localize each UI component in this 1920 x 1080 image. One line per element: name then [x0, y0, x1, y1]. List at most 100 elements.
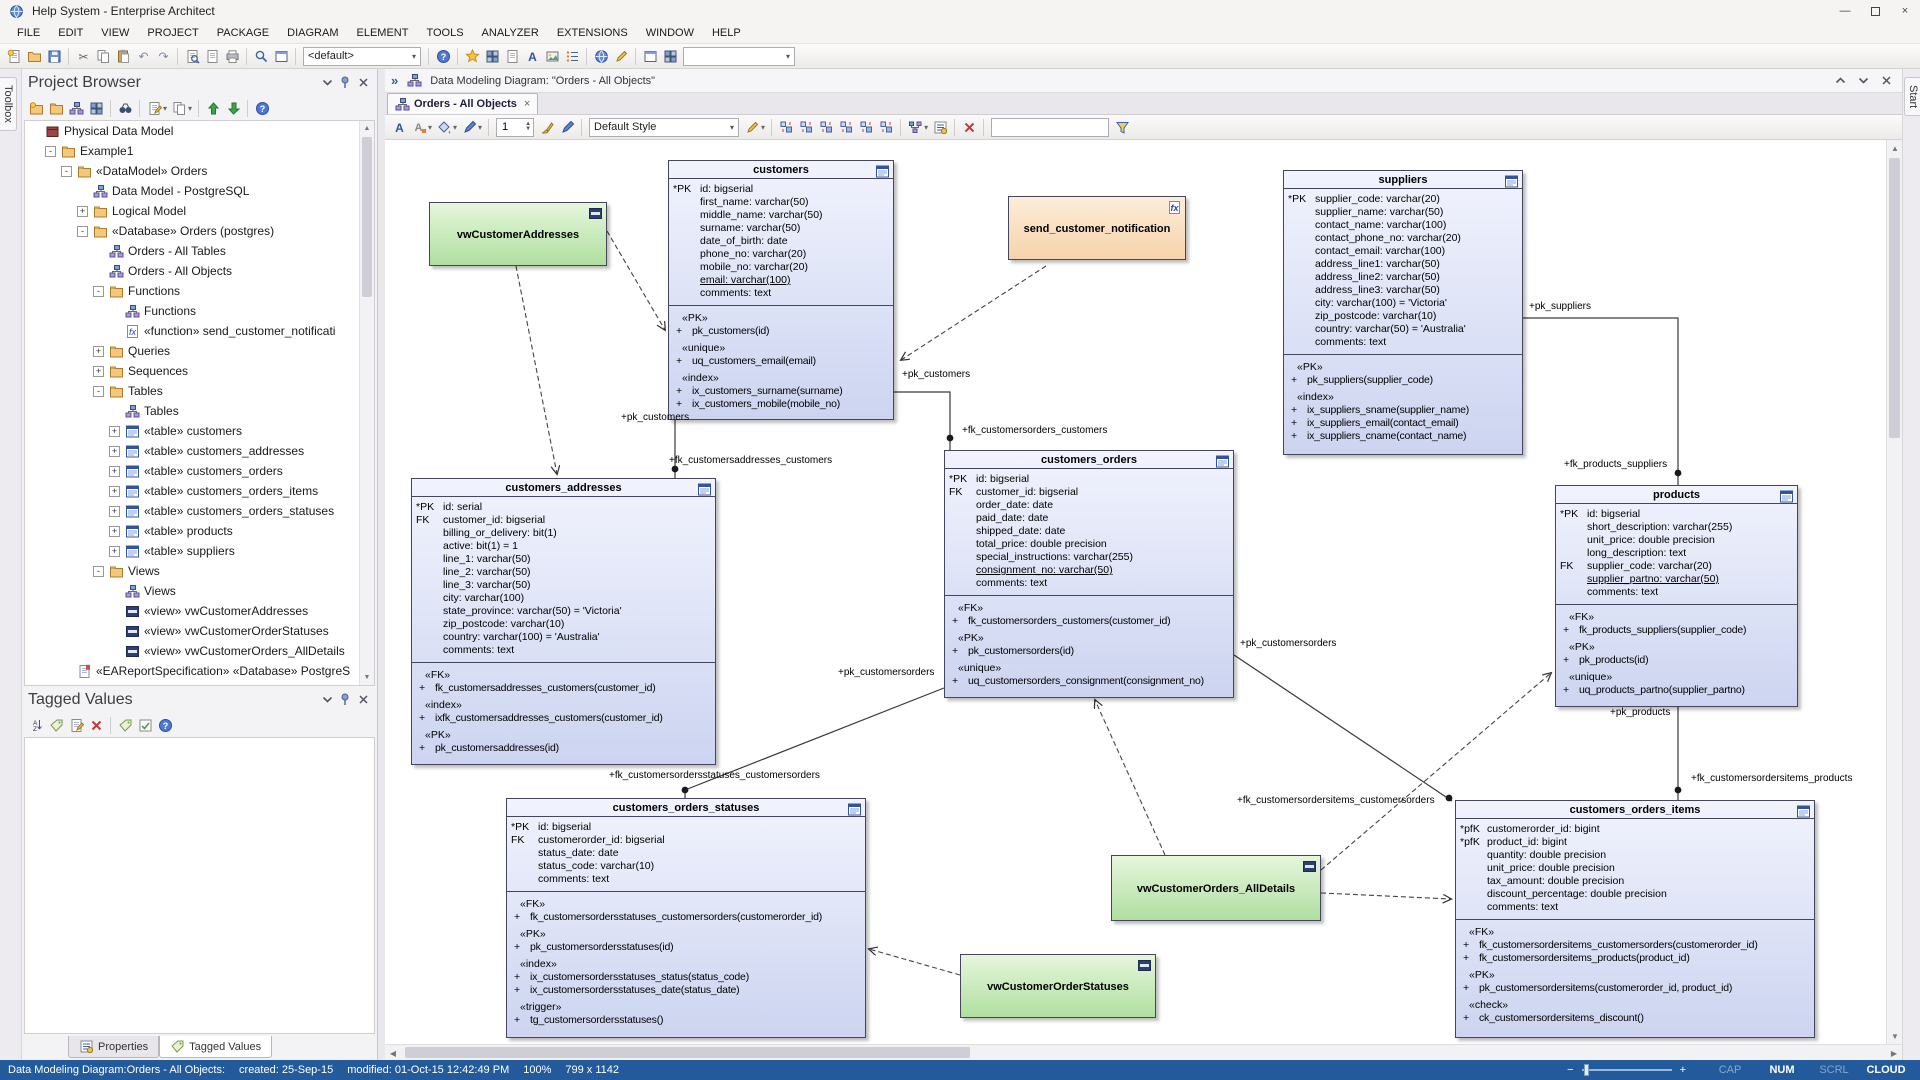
tree-expander[interactable]: +: [109, 425, 120, 437]
filter-input[interactable]: [991, 117, 1110, 137]
menu-window[interactable]: WINDOW: [637, 24, 703, 42]
tree-item[interactable]: - Tables: [25, 381, 374, 401]
cut-icon[interactable]: ✂: [73, 46, 93, 66]
new-diagram-icon[interactable]: [66, 98, 86, 118]
entity-vwCustomerOrderStatuses[interactable]: vwCustomerOrderStatuses: [960, 954, 1156, 1018]
dropdown-caret-icon[interactable]: ▾: [761, 123, 765, 132]
document-icon[interactable]: [202, 46, 222, 66]
tab-orders-all-objects[interactable]: Orders - All Objects ×: [387, 93, 539, 114]
tree-item[interactable]: + «table» products: [25, 521, 374, 541]
spinner-arrows-icon[interactable]: ▲ ▼: [525, 121, 531, 132]
menu-file[interactable]: FILE: [8, 24, 49, 42]
project-tree-scrollbar[interactable]: ▲ ▼: [359, 121, 374, 685]
tree-expander[interactable]: +: [109, 545, 120, 557]
tree-item[interactable]: + «table» customers_orders_items: [25, 481, 374, 501]
tree-item[interactable]: + «table» suppliers: [25, 541, 374, 561]
filter-icon[interactable]: [1112, 117, 1132, 137]
align-right-icon[interactable]: [796, 117, 816, 137]
pen-icon[interactable]: [557, 117, 577, 137]
tree-item[interactable]: + Sequences: [25, 361, 374, 381]
tag-icon[interactable]: [46, 715, 66, 735]
layout-icon[interactable]: [660, 46, 680, 66]
tree-item[interactable]: «view» vwCustomerOrders_AllDetails: [25, 641, 374, 661]
web-icon[interactable]: [591, 46, 611, 66]
menu-project[interactable]: PROJECT: [138, 24, 207, 42]
pin-icon[interactable]: [337, 75, 353, 91]
tree-item[interactable]: Data Model - PostgreSQL: [25, 181, 374, 201]
tree-item[interactable]: Physical Data Model: [25, 121, 374, 141]
maximize-button[interactable]: [1860, 0, 1890, 22]
save-icon[interactable]: [44, 46, 64, 66]
menu-analyzer[interactable]: ANALYZER: [473, 24, 548, 42]
tree-item[interactable]: Tables: [25, 401, 374, 421]
help-icon[interactable]: ?: [155, 715, 175, 735]
tree-item[interactable]: Views: [25, 581, 374, 601]
tree-item[interactable]: «view» vwCustomerOrderStatuses: [25, 621, 374, 641]
entity-customers[interactable]: customers *PK id: bigserial first_name: var…: [668, 160, 894, 420]
entity-customers_orders_items[interactable]: customers_orders_items *pfK customerorder_…: [1455, 800, 1815, 1038]
move-down-icon[interactable]: [223, 98, 243, 118]
close-panel-icon[interactable]: [355, 75, 371, 91]
tab-tagged-values[interactable]: Tagged Values: [159, 1036, 273, 1058]
tree-item[interactable]: - «Database» Orders (postgres): [25, 221, 374, 241]
entity-customers_orders[interactable]: customers_orders *PK id: bigserial FK custom…: [944, 450, 1234, 698]
tree-expander[interactable]: -: [93, 385, 104, 397]
minimize-button[interactable]: —: [1830, 0, 1860, 22]
close-tab-icon[interactable]: ×: [524, 98, 530, 110]
tree-expander[interactable]: +: [109, 485, 120, 497]
window-search-icon[interactable]: [271, 46, 291, 66]
tree-item[interactable]: + «table» customers: [25, 421, 374, 441]
line-width-spinner[interactable]: 1 ▲ ▼: [496, 117, 535, 137]
tree-item[interactable]: - «DataModel» Orders: [25, 161, 374, 181]
panel-menu-icon[interactable]: [319, 692, 335, 708]
panel-splitter[interactable]: [378, 69, 385, 1060]
fill-color-icon[interactable]: [434, 117, 454, 137]
model-search-combo[interactable]: ▾: [683, 46, 795, 66]
delete-icon[interactable]: [959, 117, 979, 137]
checklist-icon[interactable]: [135, 715, 155, 735]
tree-item[interactable]: + Queries: [25, 341, 374, 361]
close-panel-icon[interactable]: [355, 692, 371, 708]
entity-customers_addresses[interactable]: customers_addresses *PK id: serial FK custom…: [411, 478, 716, 765]
close-diagram-icon[interactable]: [1876, 71, 1896, 91]
entity-send_customer_notification[interactable]: send_customer_notification fx: [1008, 196, 1186, 260]
align-left-icon[interactable]: [776, 117, 796, 137]
edit-icon[interactable]: [144, 98, 164, 118]
tree-item[interactable]: - Example1: [25, 141, 374, 161]
open-project-icon[interactable]: [24, 46, 44, 66]
line-color-icon[interactable]: [459, 117, 479, 137]
list-icon[interactable]: [562, 46, 582, 66]
perspective-combo[interactable]: <default> ▾: [303, 46, 421, 66]
entity-products[interactable]: products *PK id: bigserial short_descriptio…: [1555, 485, 1798, 707]
workspace-icon[interactable]: [640, 46, 660, 66]
chevron-down-icon[interactable]: ▾: [786, 52, 790, 61]
dropdown-caret-icon[interactable]: ▾: [453, 123, 457, 132]
tree-item[interactable]: fx «function» send_customer_notificati: [25, 321, 374, 341]
new-package-icon[interactable]: [46, 98, 66, 118]
close-button[interactable]: ×: [1890, 0, 1920, 22]
entity-customers_orders_statuses[interactable]: customers_orders_statuses *PK id: bigseria…: [506, 798, 866, 1038]
tree-expander[interactable]: -: [77, 225, 88, 237]
tree-expander[interactable]: -: [45, 145, 56, 157]
tree-item[interactable]: + «table» customers_addresses: [25, 441, 374, 461]
toolbox-tab[interactable]: Toolbox: [0, 77, 17, 131]
new-file-icon[interactable]: [4, 46, 24, 66]
menu-tools[interactable]: TOOLS: [417, 24, 472, 42]
tagged-values-list[interactable]: [24, 737, 375, 1034]
diagram-canvas[interactable]: vwCustomerAddresses send_customer_notific…: [385, 140, 1886, 1044]
tree-item[interactable]: Orders - All Objects: [25, 261, 374, 281]
menu-diagram[interactable]: DIAGRAM: [278, 24, 347, 42]
tree-expander[interactable]: +: [109, 505, 120, 517]
tree-item[interactable]: «EAReportSpecification» «Database» Postg…: [25, 661, 374, 681]
style-combo[interactable]: Default Style ▾: [589, 117, 740, 137]
draw-icon[interactable]: [611, 46, 631, 66]
tree-expander[interactable]: -: [93, 285, 104, 297]
edit-value-icon[interactable]: [66, 715, 86, 735]
find-in-browser-icon[interactable]: [115, 98, 135, 118]
favorites-icon[interactable]: [462, 46, 482, 66]
undo-icon[interactable]: ↶: [133, 46, 153, 66]
chevron-up-icon[interactable]: [1830, 71, 1850, 91]
menu-help[interactable]: HELP: [703, 24, 750, 42]
tree-expander[interactable]: +: [109, 445, 120, 457]
dropdown-caret-icon[interactable]: ▾: [478, 123, 482, 132]
